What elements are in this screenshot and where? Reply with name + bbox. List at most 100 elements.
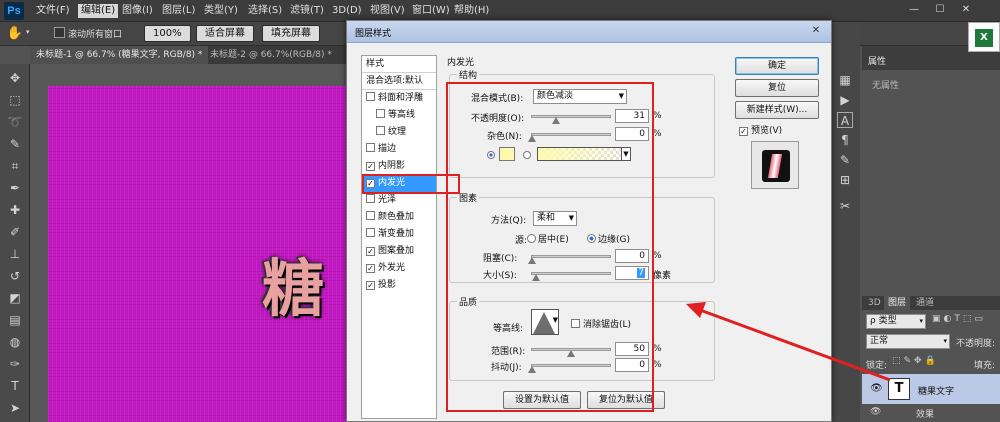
no-properties-text: 无属性: [872, 81, 900, 91]
hand-tool-icon[interactable]: ✋: [6, 25, 24, 43]
doc-tab-1[interactable]: 未标题-1 @ 66.7% (糖果文字, RGB/8) *: [30, 46, 209, 64]
brush-tool-icon[interactable]: ✐: [7, 224, 23, 240]
reset-button[interactable]: 复位: [735, 79, 819, 97]
menu-layer[interactable]: 图层(L): [162, 4, 195, 18]
menu-edit[interactable]: 编辑(E): [78, 4, 119, 18]
eraser-tool-icon[interactable]: ◩: [7, 290, 23, 306]
menu-bar: Ps 文件(F) 编辑(E) 图像(I) 图层(L) 类型(Y) 选择(S) 滤…: [0, 0, 1000, 22]
style-item-label: 混合选项:默认: [366, 76, 424, 86]
style-item[interactable]: ✓ 图案叠加: [362, 243, 436, 260]
style-checkbox[interactable]: ✓: [366, 264, 375, 273]
style-item[interactable]: 颜色叠加: [362, 209, 436, 226]
style-checkbox[interactable]: [366, 211, 375, 220]
lasso-tool-icon[interactable]: ➰: [7, 114, 23, 130]
style-checkbox[interactable]: [366, 92, 375, 101]
move-tool-icon[interactable]: ✥: [7, 70, 23, 86]
menu-type[interactable]: 类型(Y): [204, 4, 238, 18]
preview-option[interactable]: ✓ 预览(V): [739, 123, 782, 136]
close-window-button[interactable]: ✕: [954, 2, 978, 18]
layer-filter-icons[interactable]: ▣◐T⬚▭: [932, 314, 998, 328]
properties-tab[interactable]: 属性: [868, 54, 886, 67]
clone-source-icon[interactable]: ⊞: [837, 172, 853, 188]
style-item[interactable]: 样式: [362, 56, 436, 73]
jitter-unit: %: [653, 360, 662, 370]
style-item[interactable]: 渐变叠加: [362, 226, 436, 243]
dialog-close-icon[interactable]: ✕: [807, 24, 825, 38]
style-item[interactable]: 斜面和浮雕: [362, 90, 436, 107]
style-item-label: 外发光: [378, 263, 406, 273]
menu-window[interactable]: 窗口(W): [412, 4, 450, 18]
menu-image[interactable]: 图像(I): [122, 4, 153, 18]
pen-tool-icon[interactable]: ✑: [7, 356, 23, 372]
tab-channels[interactable]: 通道: [912, 296, 938, 310]
style-item-label: 样式: [366, 59, 385, 69]
history-brush-icon[interactable]: ↺: [7, 268, 23, 284]
doc-tab-2[interactable]: 未标题-2 @ 66.7%(RGB/8) *: [204, 46, 338, 64]
menu-filter[interactable]: 滤镜(T): [290, 4, 324, 18]
actions-play-icon[interactable]: ▶: [837, 92, 853, 108]
effects-eye-icon[interactable]: 👁: [870, 407, 881, 417]
tools-panel: ✥ ⬚ ➰ ✎ ⌗ ✒ ✚ ✐ ⊥ ↺ ◩ ▤ ◍ ✑ T ➤: [0, 64, 30, 422]
excel-icon: X: [968, 22, 1000, 52]
style-checkbox[interactable]: [366, 143, 375, 152]
style-item[interactable]: 纹理: [362, 124, 436, 141]
paragraph-panel-icon[interactable]: ¶: [837, 132, 853, 148]
brush-panel-icon[interactable]: ✎: [837, 152, 853, 168]
style-item-label: 内阴影: [378, 161, 406, 171]
ok-button[interactable]: 确定: [735, 57, 819, 75]
quick-select-tool-icon[interactable]: ✎: [7, 136, 23, 152]
candy-text-glyph[interactable]: 糖: [262, 238, 324, 328]
clone-stamp-icon[interactable]: ⊥: [7, 246, 23, 262]
style-item[interactable]: ✓ 内阴影: [362, 158, 436, 175]
type-tool-icon[interactable]: T: [7, 378, 23, 394]
style-checkbox[interactable]: [376, 126, 385, 135]
path-select-icon[interactable]: ➤: [7, 400, 23, 416]
maximize-button[interactable]: ☐: [928, 2, 952, 18]
style-item-label: 颜色叠加: [378, 212, 415, 222]
fill-screen-button[interactable]: 填充屏幕: [262, 25, 320, 42]
zoom-100-button[interactable]: 100%: [144, 25, 191, 42]
style-checkbox[interactable]: [376, 109, 385, 118]
style-preview-swatch: [762, 150, 790, 182]
character-panel-icon[interactable]: A: [837, 112, 853, 128]
menu-3d[interactable]: 3D(D): [332, 4, 362, 18]
effects-row[interactable]: 👁 效果: [862, 404, 1000, 422]
layer-name[interactable]: 糖果文字: [918, 384, 954, 397]
styles-list: 样式 混合选项:默认 斜面和浮雕 等高线 纹理 描边 ✓ 内阴影 ✓ 内发光 光泽 颜色叠加 渐变叠加 ✓…: [361, 55, 437, 419]
style-item[interactable]: 混合选项:默认: [362, 73, 436, 90]
style-item[interactable]: 光泽: [362, 192, 436, 209]
marquee-tool-icon[interactable]: ⬚: [7, 92, 23, 108]
dialog-title: 图层样式: [355, 29, 392, 39]
menu-select[interactable]: 选择(S): [248, 4, 282, 18]
menu-file[interactable]: 文件(F): [36, 4, 70, 18]
scroll-all-label: 滚动所有窗口: [68, 30, 123, 40]
blur-tool-icon[interactable]: ◍: [7, 334, 23, 350]
crop-tool-icon[interactable]: ⌗: [7, 158, 23, 174]
style-checkbox[interactable]: [366, 194, 375, 203]
scroll-all-checkbox[interactable]: [54, 27, 65, 38]
style-item[interactable]: ✓ 投影: [362, 277, 436, 294]
healing-brush-icon[interactable]: ✚: [7, 202, 23, 218]
minimize-button[interactable]: —: [902, 2, 926, 18]
annotation-highlight-settings: [446, 82, 654, 412]
menu-view[interactable]: 视图(V): [370, 4, 405, 18]
dialog-titlebar[interactable]: 图层样式 ✕: [347, 21, 831, 43]
style-item[interactable]: 描边: [362, 141, 436, 158]
style-checkbox[interactable]: [366, 228, 375, 237]
tool-preset-chevron-icon[interactable]: ▾: [26, 28, 36, 38]
style-item[interactable]: ✓ 外发光: [362, 260, 436, 277]
style-checkbox[interactable]: ✓: [366, 281, 375, 290]
style-checkbox[interactable]: ✓: [366, 247, 375, 256]
gradient-tool-icon[interactable]: ▤: [7, 312, 23, 328]
new-style-button[interactable]: 新建样式(W)...: [735, 101, 819, 119]
layer-opacity-label: 不透明度:: [956, 339, 996, 349]
eyedropper-tool-icon[interactable]: ✒: [7, 180, 23, 196]
style-item[interactable]: 等高线: [362, 107, 436, 124]
history-panel-icon[interactable]: ▦: [837, 72, 853, 88]
style-item-label: 描边: [378, 144, 397, 154]
fit-screen-button[interactable]: 适合屏幕: [196, 25, 254, 42]
style-checkbox[interactable]: ✓: [366, 162, 375, 171]
menu-help[interactable]: 帮助(H): [454, 4, 489, 18]
style-item-label: 图案叠加: [378, 246, 415, 256]
tool-presets-icon[interactable]: ✂: [837, 198, 853, 214]
